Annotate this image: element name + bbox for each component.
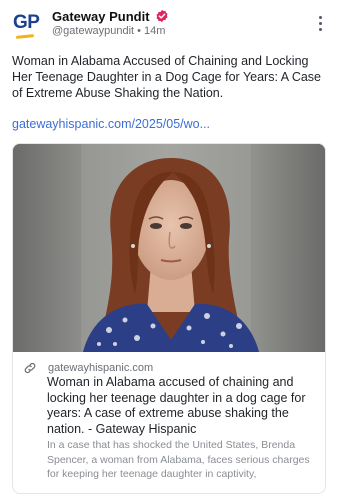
- post-link[interactable]: gatewayhispanic.com/2025/05/wo...: [12, 117, 210, 131]
- post-text: Woman in Alabama Accused of Chaining and…: [12, 54, 322, 100]
- post: GP Gateway Pundit @gatewaypundit • 14m W…: [0, 0, 338, 500]
- meta-separator: •: [137, 25, 141, 37]
- avatar-logo-text: GP: [13, 12, 40, 33]
- post-header: GP Gateway Pundit @gatewaypundit • 14m: [12, 6, 330, 40]
- menu-dot: [319, 28, 322, 31]
- link-icon: [24, 362, 36, 374]
- avatar-swoosh: [15, 34, 35, 39]
- avatar[interactable]: GP: [12, 10, 42, 40]
- display-name[interactable]: Gateway Pundit: [52, 9, 150, 24]
- handle[interactable]: @gatewaypundit: [52, 25, 134, 37]
- meta-row: @gatewaypundit • 14m: [52, 25, 165, 37]
- card-title[interactable]: Woman in Alabama accused of chaining and…: [47, 375, 315, 437]
- menu-dot: [319, 22, 322, 25]
- timestamp[interactable]: 14m: [144, 25, 165, 37]
- card-domain-row: gatewayhispanic.com: [23, 360, 153, 376]
- menu-dot: [319, 16, 322, 19]
- name-row: Gateway Pundit: [52, 8, 169, 24]
- more-options-icon[interactable]: [316, 14, 326, 32]
- verified-badge-icon: [156, 9, 168, 23]
- card-domain: gatewayhispanic.com: [48, 362, 154, 374]
- card-description: In a case that has shocked the United St…: [47, 439, 310, 480]
- card-image[interactable]: [13, 144, 325, 352]
- portrait-photo-icon: [13, 144, 325, 352]
- link-preview-card[interactable]: gatewayhispanic.com Woman in Alabama acc…: [12, 143, 326, 494]
